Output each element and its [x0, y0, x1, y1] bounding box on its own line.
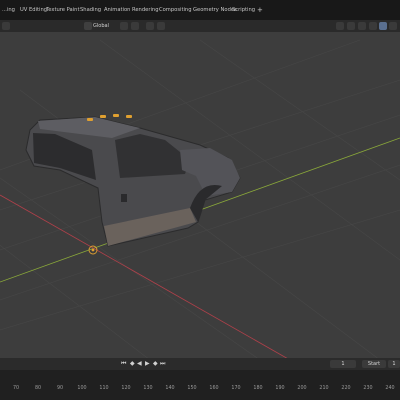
jump-to-start-button[interactable]: ⏮ — [121, 360, 126, 368]
tab-layout[interactable]: ...ing — [2, 0, 15, 20]
tab-geometry-nodes[interactable]: Geometry Nodes — [193, 0, 237, 20]
show-gizmo-icon[interactable] — [336, 22, 344, 30]
current-frame-field[interactable]: 1 — [330, 360, 356, 368]
door-handle — [121, 194, 127, 202]
ruler-tick: 160 — [209, 386, 219, 391]
ruler-tick: 180 — [253, 386, 263, 391]
shading-solid-icon[interactable] — [379, 22, 387, 30]
ruler-tick: 210 — [319, 386, 329, 391]
object-origin-icon[interactable] — [88, 245, 98, 255]
jump-to-keyframe-prev-button[interactable]: ◆ — [130, 360, 135, 368]
viewport-header: Global — [0, 20, 400, 32]
ruler-tick: 140 — [165, 386, 175, 391]
ruler-tick: 130 — [143, 386, 153, 391]
tab-animation[interactable]: Animation — [104, 0, 130, 20]
tab-texture-paint[interactable]: Texture Paint — [46, 0, 79, 20]
transform-orientation-icon[interactable] — [84, 22, 92, 30]
timeline-header: ⏮ ◆ ◀ ▶ ◆ ⏭ 1 Start 1 — [0, 358, 400, 370]
workspace-bar: ...ing UV Editing Texture Paint Shading … — [0, 0, 400, 21]
proportional-falloff-icon[interactable] — [157, 22, 165, 30]
add-workspace-button[interactable]: + — [257, 0, 263, 20]
shading-wireframe-icon[interactable] — [369, 22, 377, 30]
truck-cab-model[interactable] — [25, 114, 241, 247]
3d-viewport[interactable] — [0, 32, 400, 358]
ruler-tick: 100 — [77, 386, 87, 391]
ruler-tick: 230 — [363, 386, 373, 391]
ruler-tick: 190 — [275, 386, 285, 391]
shading-material-icon[interactable] — [389, 22, 397, 30]
tab-scripting[interactable]: Scripting — [232, 0, 255, 20]
ruler-tick: 220 — [341, 386, 351, 391]
tab-shading[interactable]: Shading — [80, 0, 101, 20]
pivot-point-icon[interactable] — [120, 22, 128, 30]
start-frame-field[interactable]: Start — [362, 360, 386, 368]
snap-icon[interactable] — [131, 22, 139, 30]
ruler-tick: 170 — [231, 386, 241, 391]
overlays-icon[interactable] — [347, 22, 355, 30]
ruler-tick: 70 — [12, 386, 20, 391]
ruler-tick: 120 — [121, 386, 131, 391]
ruler-tick: 110 — [99, 386, 109, 391]
ruler-tick: 240 — [385, 386, 395, 391]
ruler-tick: 200 — [297, 386, 307, 391]
jump-to-keyframe-next-button[interactable]: ◆ — [153, 360, 158, 368]
ruler-tick: 80 — [34, 386, 42, 391]
tab-compositing[interactable]: Compositing — [159, 0, 192, 20]
end-frame-field[interactable]: 1 — [388, 360, 400, 368]
mode-selector-button[interactable] — [2, 22, 10, 30]
timeline-editor: ⏮ ◆ ◀ ▶ ◆ ⏭ 1 Start 1 70 80 90 100 110 1… — [0, 358, 400, 400]
xray-icon[interactable] — [358, 22, 366, 30]
ruler-tick: 150 — [187, 386, 197, 391]
proportional-editing-icon[interactable] — [146, 22, 154, 30]
ruler-tick: 90 — [56, 386, 64, 391]
play-reverse-button[interactable]: ◀ — [137, 360, 142, 368]
transform-orientation-dropdown[interactable]: Global — [93, 21, 109, 31]
tab-rendering[interactable]: Rendering — [132, 0, 159, 20]
tab-uv-editing[interactable]: UV Editing — [20, 0, 47, 20]
timeline-ruler[interactable]: 70 80 90 100 110 120 130 140 150 160 170… — [0, 370, 400, 400]
viewport-canvas — [0, 39, 400, 358]
jump-to-end-button[interactable]: ⏭ — [160, 360, 165, 368]
play-button[interactable]: ▶ — [145, 360, 150, 368]
